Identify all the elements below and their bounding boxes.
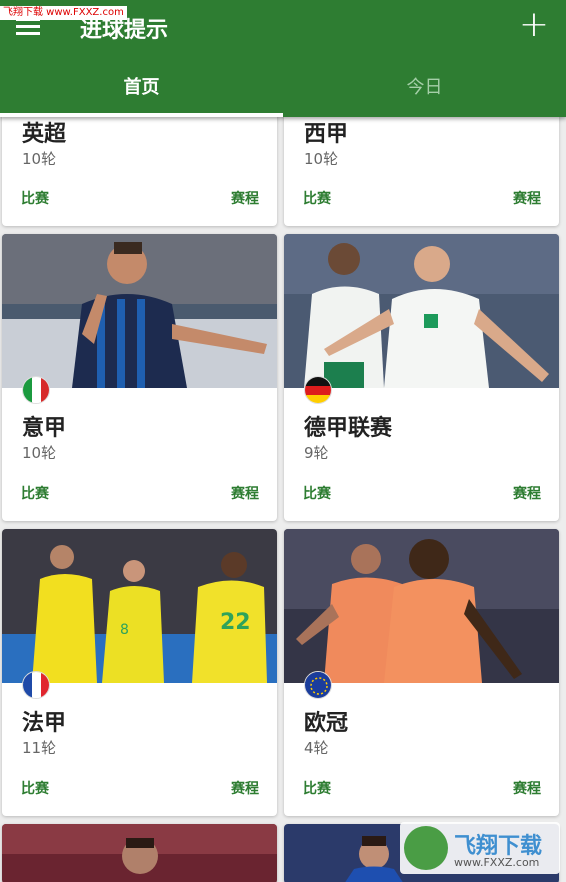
schedule-button[interactable]: 赛程 [513, 778, 541, 798]
league-card-premier-league[interactable]: 英超 10轮 比赛 赛程 [2, 100, 277, 226]
league-photo: 22 8 [2, 529, 277, 683]
matches-button[interactable]: 比赛 [21, 778, 49, 798]
schedule-button[interactable]: 赛程 [231, 188, 259, 208]
schedule-button[interactable]: 赛程 [231, 483, 259, 503]
league-rounds: 10轮 [304, 150, 339, 168]
league-rounds: 10轮 [22, 444, 57, 462]
matches-button[interactable]: 比赛 [303, 778, 331, 798]
watermark-bottom: 飞翔下载 www.FXXZ.com [400, 822, 560, 874]
matches-button[interactable]: 比赛 [303, 483, 331, 503]
matches-button[interactable]: 比赛 [21, 188, 49, 208]
league-name: 英超 [22, 122, 67, 147]
league-name: 西甲 [304, 122, 349, 147]
league-card-champions-league[interactable]: 欧冠 4轮 比赛 赛程 [284, 529, 559, 816]
watermark-top: 飞翔下载 www.FXXZ.com [0, 6, 127, 20]
matches-button[interactable]: 比赛 [21, 483, 49, 503]
league-photo [2, 824, 277, 882]
eu-flag-icon [304, 671, 332, 699]
league-card-ligue-1[interactable]: 22 8 法甲 11轮 比赛 赛程 [2, 529, 277, 816]
matches-button[interactable]: 比赛 [303, 188, 331, 208]
tab-home[interactable]: 首页 [0, 62, 283, 114]
league-rounds: 10轮 [22, 150, 57, 168]
league-rounds: 9轮 [304, 444, 329, 462]
france-flag-icon [22, 671, 50, 699]
league-name: 德甲联赛 [304, 416, 393, 441]
italy-flag-icon [22, 376, 50, 404]
league-card-la-liga[interactable]: 西甲 10轮 比赛 赛程 [284, 100, 559, 226]
germany-flag-icon [304, 376, 332, 404]
league-photo [284, 529, 559, 683]
league-rounds: 11轮 [22, 739, 57, 757]
league-name: 法甲 [22, 711, 67, 736]
schedule-button[interactable]: 赛程 [231, 778, 259, 798]
league-card-next-left[interactable] [2, 824, 277, 882]
league-card-serie-a[interactable]: 意甲 10轮 比赛 赛程 [2, 234, 277, 521]
league-name: 意甲 [22, 416, 67, 441]
schedule-button[interactable]: 赛程 [513, 188, 541, 208]
watermark-logo-icon [404, 826, 448, 870]
svg-text:8: 8 [120, 622, 129, 638]
league-rounds: 4轮 [304, 739, 329, 757]
tab-today[interactable]: 今日 [283, 62, 566, 114]
plus-icon[interactable]: + [516, 6, 552, 46]
watermark-url: www.FXXZ.com [454, 856, 540, 869]
league-name: 欧冠 [304, 711, 349, 736]
league-photo [2, 234, 277, 388]
tab-indicator [0, 113, 283, 117]
league-card-bundesliga[interactable]: 德甲联赛 9轮 比赛 赛程 [284, 234, 559, 521]
league-photo [284, 234, 559, 388]
svg-text:22: 22 [220, 610, 251, 635]
schedule-button[interactable]: 赛程 [513, 483, 541, 503]
